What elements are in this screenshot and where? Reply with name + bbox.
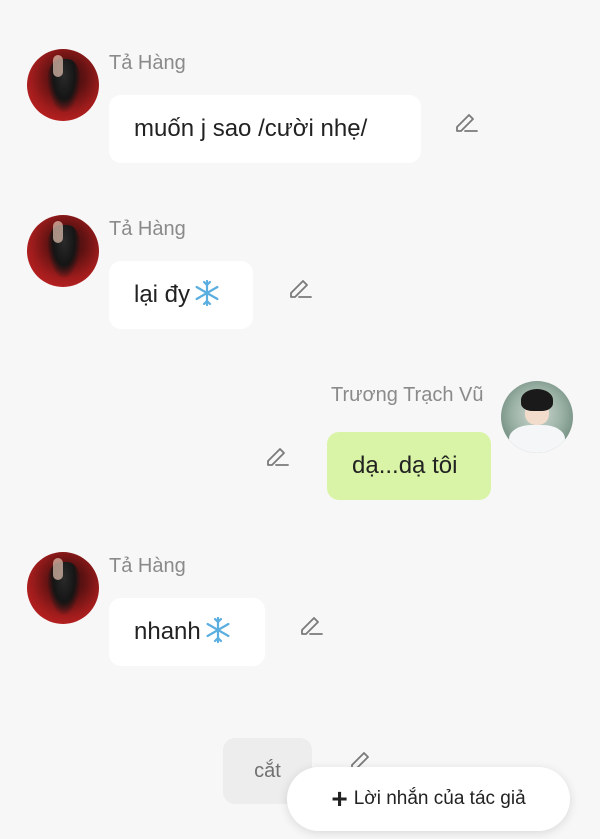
sender-name: Trương Trạch Vũ (331, 384, 484, 406)
avatar-hand (53, 55, 63, 77)
message-text: dạ...dạ tôi (352, 452, 458, 479)
edit-icon[interactable] (453, 108, 479, 134)
avatar-truong-trach-vu[interactable] (501, 381, 573, 453)
author-note-label: Lời nhắn của tác giả (353, 788, 526, 809)
message-bubble[interactable]: lại đy (109, 261, 253, 329)
avatar-ta-hang[interactable] (27, 552, 99, 624)
message-bubble[interactable]: dạ...dạ tôi (327, 432, 491, 500)
message-text: nhanh (134, 618, 201, 645)
author-note-button[interactable]: + Lời nhắn của tác giả (287, 767, 570, 831)
avatar-hand (53, 221, 63, 243)
plus-icon: + (331, 783, 348, 814)
avatar-hair (521, 389, 553, 411)
sender-name: Tả Hàng (109, 555, 186, 577)
message-bubble[interactable]: nhanh (109, 598, 265, 666)
edit-icon[interactable] (287, 274, 313, 300)
edit-icon[interactable] (264, 442, 290, 468)
avatar-shirt (509, 425, 565, 453)
avatar-ta-hang[interactable] (27, 215, 99, 287)
message-text: muốn j sao /cười nhẹ/ (134, 115, 368, 142)
avatar-ta-hang[interactable] (27, 49, 99, 121)
snowflake-icon (195, 279, 219, 307)
message-bubble[interactable]: muốn j sao /cười nhẹ/ (109, 95, 421, 163)
avatar-hand (53, 558, 63, 580)
sender-name: Tả Hàng (109, 52, 186, 74)
cut-label: cắt (254, 760, 281, 782)
sender-name: Tả Hàng (109, 218, 186, 240)
edit-icon[interactable] (298, 611, 324, 637)
message-text: lại đy (134, 281, 191, 308)
snowflake-icon (206, 616, 230, 644)
